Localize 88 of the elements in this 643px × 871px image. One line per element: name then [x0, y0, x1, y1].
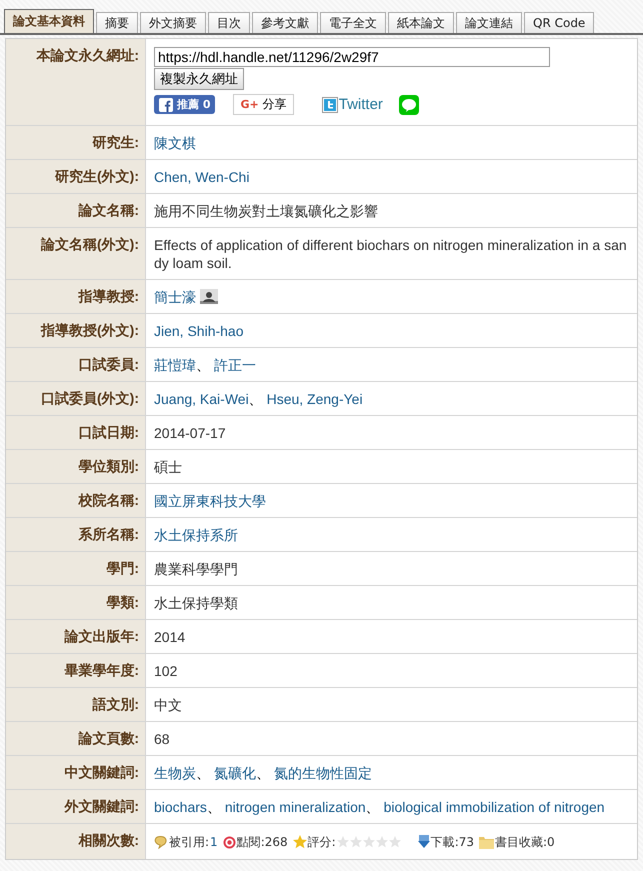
value-link[interactable]: biochars: [154, 799, 207, 815]
tab[interactable]: QR Code: [524, 12, 594, 33]
field-label: 本論文永久網址:: [36, 47, 139, 63]
value-link[interactable]: 氮礦化: [214, 765, 256, 781]
star: [376, 836, 388, 848]
separator: 、: [196, 357, 210, 373]
facebook-like-button[interactable]: 推薦 0: [154, 95, 216, 114]
value-link[interactable]: 生物炭: [154, 765, 196, 781]
field-label: 論文名稱:: [78, 202, 139, 218]
url-field[interactable]: https://hdl.handle.net/11296/2w29f7: [154, 47, 550, 67]
field-label: 口試日期:: [78, 424, 139, 440]
tab[interactable]: 電子全文: [320, 12, 386, 33]
tab[interactable]: 摘要: [96, 12, 138, 33]
star: [362, 836, 375, 848]
tab[interactable]: 論文連結: [456, 12, 522, 33]
field-label: 畢業學年度:: [64, 662, 139, 678]
field-value: 2014: [154, 629, 186, 645]
field-label: 相關次數:: [78, 832, 139, 848]
separator: 、: [366, 799, 380, 815]
field-value: 水土保持學類: [154, 595, 238, 611]
field-value: 68: [154, 731, 170, 747]
cited-link[interactable]: 1: [210, 833, 218, 851]
tab[interactable]: 外文摘要: [140, 12, 206, 33]
field-label: 口試委員(外文):: [41, 390, 139, 406]
value-link[interactable]: 簡士濠: [154, 289, 196, 305]
download-icon: [418, 835, 430, 849]
star-icon: [292, 835, 307, 849]
field-label: 口試委員:: [78, 356, 139, 372]
field-value: 碩士: [154, 459, 182, 475]
field-value: 農業科學學門: [154, 561, 238, 577]
folder-icon: [479, 836, 494, 848]
star: [350, 836, 362, 848]
value-link[interactable]: 水土保持系所: [154, 527, 238, 543]
star: [388, 836, 401, 848]
field-label: 學門:: [106, 560, 139, 576]
field-label: 研究生:: [92, 134, 139, 150]
field-label: 論文出版年:: [64, 628, 139, 644]
stat-label: 被引用:: [169, 834, 210, 851]
field-value: 施用不同生物炭對土壤氮礦化之影響: [154, 203, 378, 219]
twitter-icon: [322, 96, 338, 112]
value-link[interactable]: 許正一: [214, 357, 256, 373]
value-link[interactable]: Jien, Shih-hao: [154, 323, 244, 339]
stat-text: 書目收藏:0: [495, 834, 555, 851]
separator: 、: [206, 799, 221, 815]
value-link[interactable]: 陳文棋: [154, 135, 196, 151]
field-value: Effects of application of different biochars on nitrogen mineralization in a sandy loam soil.: [154, 237, 627, 271]
stat-text: 點閱:268: [236, 834, 288, 851]
field-label: 論文頁數:: [78, 730, 139, 746]
stat-label: 評分:: [308, 834, 336, 851]
field-label: 指導教授(外文):: [41, 322, 139, 338]
separator: 、: [196, 765, 210, 781]
google-share-button[interactable]: G+ 分享: [233, 94, 294, 115]
tab[interactable]: 論文基本資料: [4, 9, 94, 33]
google-plus-icon: G+: [240, 98, 259, 111]
rating-stars[interactable]: [336, 836, 401, 848]
twitter-link[interactable]: Twitter: [338, 96, 383, 114]
value-link[interactable]: 國立屏東科技大學: [154, 493, 266, 509]
field-label: 學位類別:: [78, 458, 139, 474]
value-link[interactable]: Chen, Wen-Chi: [154, 169, 250, 185]
value-link[interactable]: nitrogen mineralization: [224, 799, 366, 815]
tab[interactable]: 參考文獻: [252, 12, 318, 33]
value-link[interactable]: Hseu, Zeng-Yei: [266, 391, 363, 407]
value-link[interactable]: biological immobilization of nitrogen: [384, 799, 605, 815]
field-label: 學類:: [106, 594, 139, 610]
copy-button[interactable]: 複製永久網址: [154, 68, 244, 90]
value-link[interactable]: 氮的生物性固定: [274, 765, 372, 781]
field-value: 102: [154, 663, 178, 679]
field-label: 語文別:: [92, 696, 139, 712]
separator: 、: [256, 765, 270, 781]
tab[interactable]: 目次: [208, 12, 250, 33]
field-label: 外文關鍵詞:: [64, 798, 139, 814]
value-link[interactable]: Juang, Kai-Wei: [154, 391, 249, 407]
target-icon: [222, 836, 236, 848]
tab[interactable]: 紙本論文: [388, 12, 454, 33]
star: [336, 836, 349, 848]
field-value: 2014-07-17: [154, 425, 226, 441]
quote-icon: [154, 835, 168, 849]
field-label: 系所名稱:: [78, 526, 139, 542]
field-label: 論文名稱(外文):: [41, 236, 139, 252]
separator: 、: [248, 391, 263, 407]
field-label: 中文關鍵詞:: [64, 764, 139, 780]
facebook-icon: [159, 98, 173, 112]
field-label: 校院名稱:: [78, 492, 139, 508]
field-value: 中文: [154, 697, 182, 713]
value-link[interactable]: 莊愷瑋: [154, 357, 196, 373]
field-label: 研究生(外文):: [55, 168, 139, 184]
stat-text: 下載:73: [430, 834, 474, 851]
field-label: 指導教授:: [78, 288, 139, 304]
